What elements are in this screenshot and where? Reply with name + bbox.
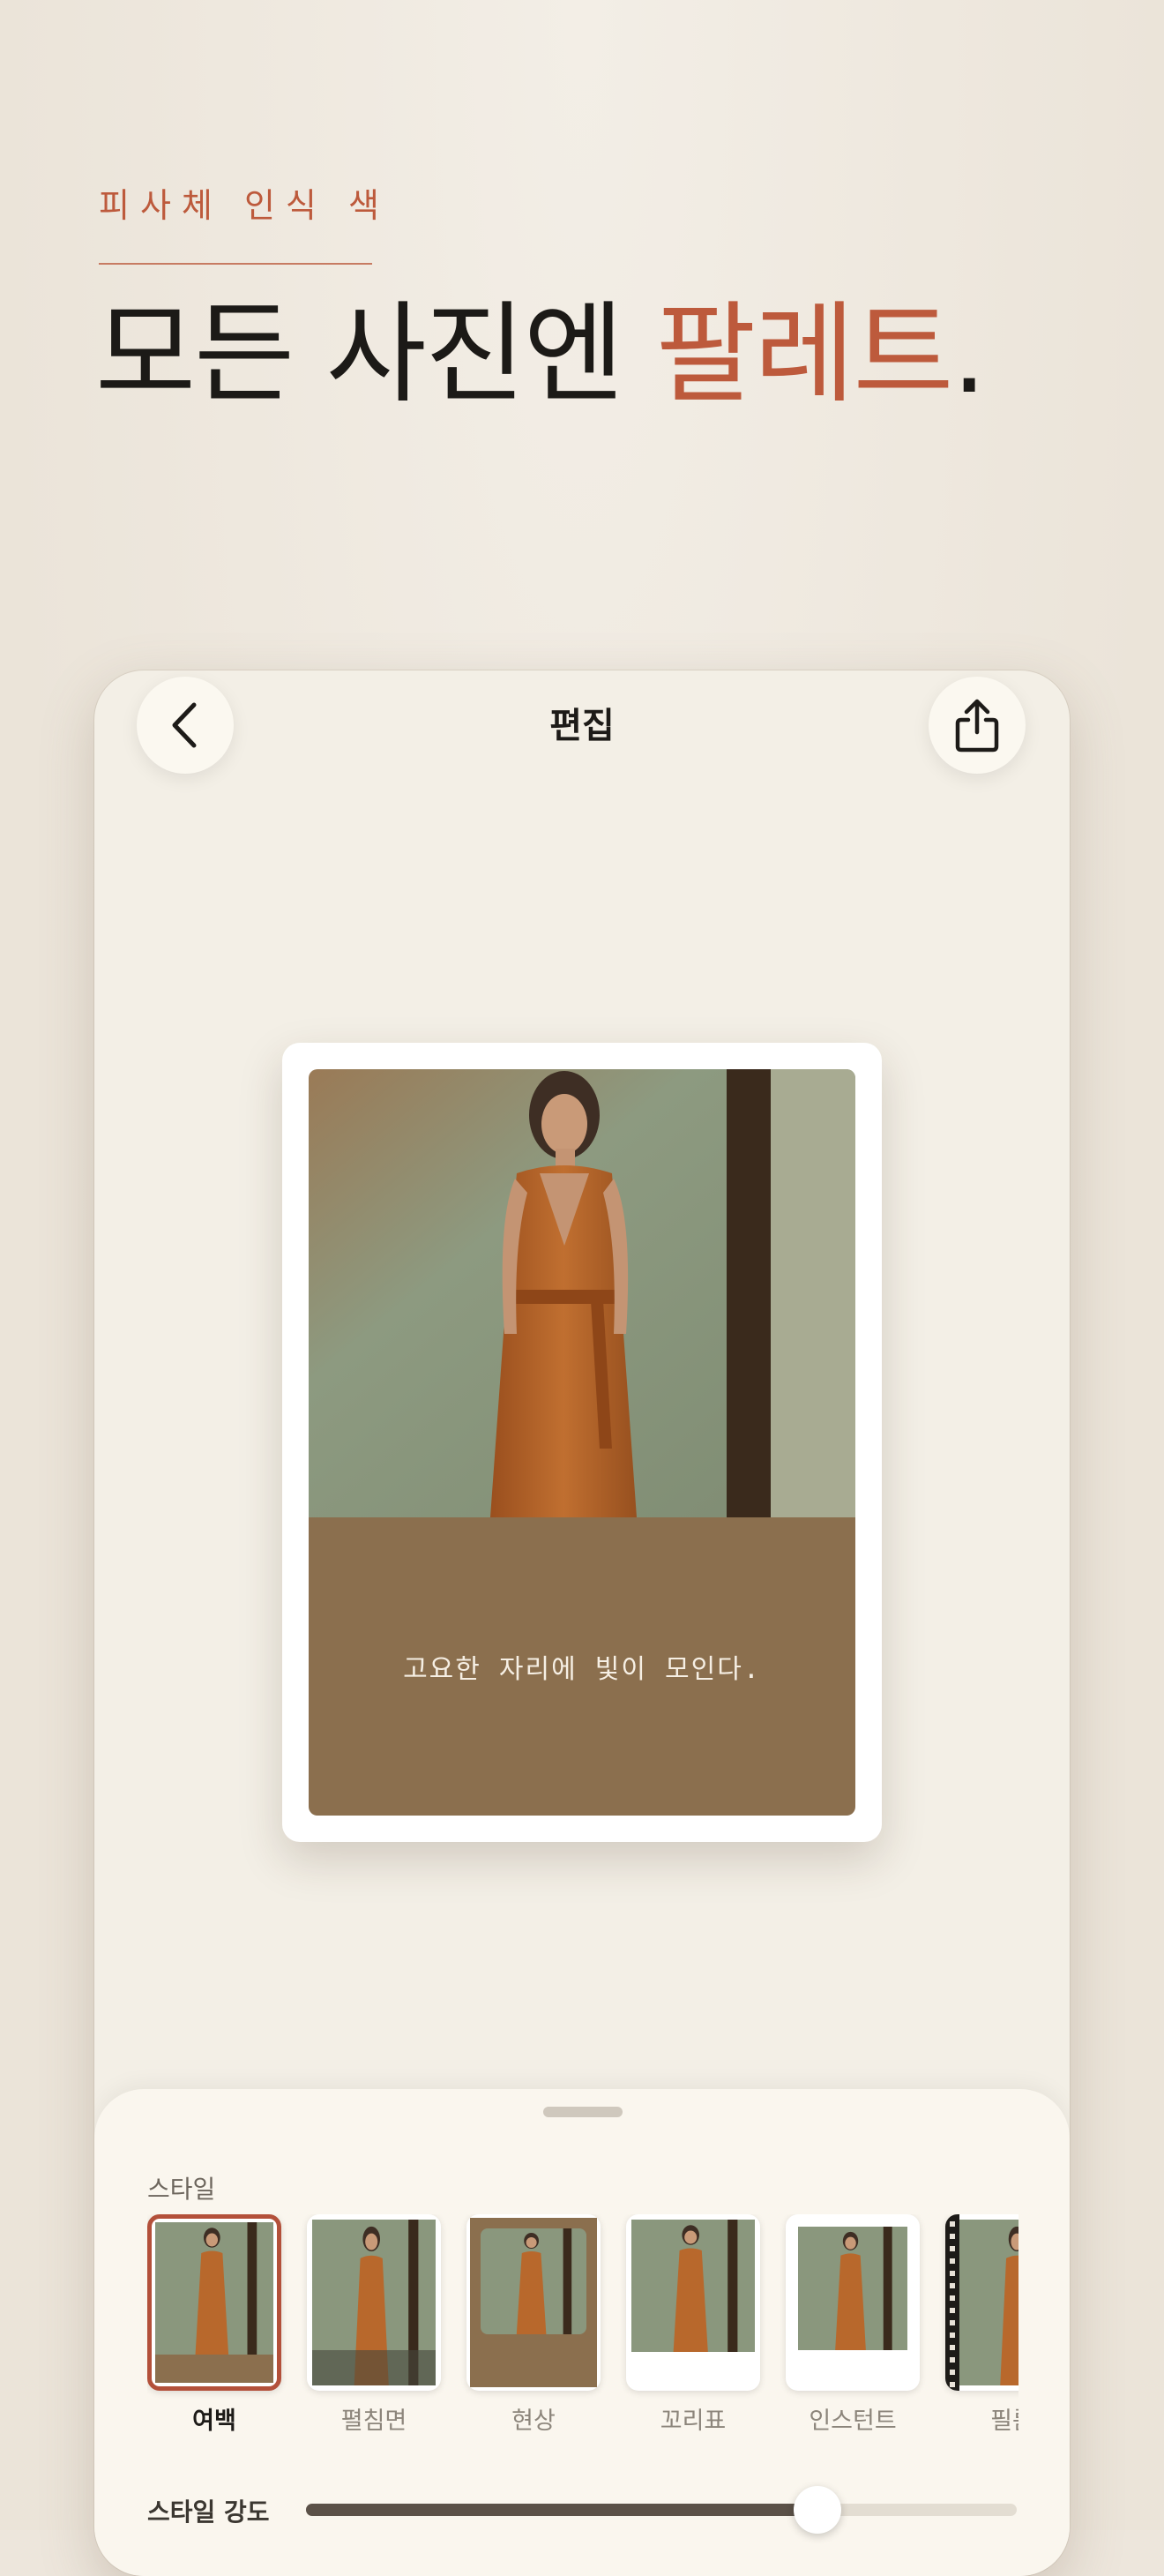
portrait-photo [309, 1069, 855, 1517]
photo-card-preview[interactable]: 고요한 자리에 빛이 모인다. [282, 1043, 882, 1842]
slider-knob[interactable] [794, 2486, 842, 2534]
style-thumbnail[interactable] [626, 2214, 760, 2391]
style-name: 필름 [990, 2408, 1018, 2435]
style-option-margin[interactable]: 여백 [147, 2214, 281, 2436]
style-thumbnail[interactable] [786, 2214, 920, 2391]
style-thumbnail[interactable] [307, 2214, 441, 2391]
editor-title: 편집 [549, 706, 615, 746]
style-option-instant[interactable]: 인스턴트 [786, 2214, 920, 2436]
portrait-illustration [309, 1069, 855, 1517]
sheet-grabber[interactable] [543, 2107, 623, 2117]
headline-period: . [951, 291, 986, 418]
share-button[interactable] [929, 677, 1026, 774]
style-name: 인스턴트 [809, 2408, 897, 2435]
device-frame: 편집 고요한 자리에 빛이 모인다. 스타일 여백 펼침면 현상 꼬리표 인스턴… [94, 670, 1070, 2576]
style-name: 여백 [192, 2408, 236, 2435]
style-name: 현상 [511, 2408, 556, 2435]
headline: 모든 사진엔 팔레트. [95, 265, 987, 423]
headline-main: 모든 사진엔 [95, 291, 656, 418]
share-icon [955, 699, 999, 753]
slider-fill [306, 2504, 818, 2516]
style-picker[interactable]: 여백 펼침면 현상 꼬리표 인스턴트 필름 [147, 2214, 1018, 2444]
headline-accent: 팔레트 [655, 291, 953, 418]
style-option-film[interactable]: 필름 [945, 2214, 1018, 2436]
style-option-tag[interactable]: 꼬리표 [626, 2214, 760, 2436]
style-thumbnail[interactable] [147, 2214, 281, 2391]
style-section-label: 스타일 [147, 2175, 216, 2204]
style-name: 꼬리표 [660, 2408, 727, 2435]
eyebrow-text: 피사체 인식 색 [99, 186, 390, 225]
card-caption: 고요한 자리에 빛이 모인다. [403, 1654, 761, 1685]
style-thumbnail[interactable] [466, 2214, 601, 2391]
style-option-develop[interactable]: 현상 [466, 2214, 601, 2436]
style-strength-slider[interactable] [306, 2486, 1017, 2534]
style-name: 펼침면 [340, 2408, 407, 2435]
style-sheet: 스타일 여백 펼침면 현상 꼬리표 인스턴트 필름 스타일 강도 [94, 2089, 1070, 2576]
style-thumbnail[interactable] [945, 2214, 1018, 2391]
caption-band: 고요한 자리에 빛이 모인다. [309, 1517, 855, 1816]
style-option-spread[interactable]: 펼침면 [307, 2214, 441, 2436]
style-strength-label: 스타일 강도 [147, 2497, 270, 2527]
